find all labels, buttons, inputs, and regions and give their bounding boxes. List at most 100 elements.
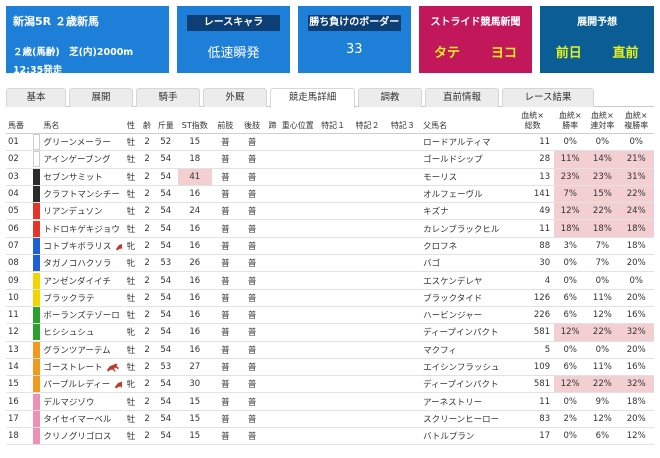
horse-name[interactable]: グランツアーテム [43, 346, 110, 356]
bloodline-runs: 28 [511, 150, 555, 169]
horse-name[interactable]: タガノコハクソラ [43, 259, 111, 269]
table-row[interactable]: 01 グリーンメーラー牡 2 52 15 普普ロードアルティマ 11 0% 0% 0% [6, 133, 654, 152]
col-center-of-gravity[interactable]: 重心位置 [279, 111, 316, 134]
col-note3[interactable]: 特記３ [384, 111, 422, 134]
tab-4[interactable]: 競走馬詳細 [270, 88, 355, 108]
note1 [315, 202, 351, 221]
gate-color [29, 427, 42, 446]
table-row[interactable]: 12 ヒシシュシュ牝 2 54 16 普普ディープインパクト 581 12% 22% 32% [6, 323, 654, 342]
col-st-index[interactable]: ST指数 [177, 111, 212, 134]
st-index: 15 [177, 427, 212, 446]
col-note2[interactable]: 特記２ [350, 111, 385, 134]
table-row[interactable]: 11 ボーランズテゾーロ牡 2 54 16 普普ハービンジャー 226 6% 12% 16% [6, 306, 654, 325]
horse-name-cell[interactable]: クリノグリゴロス [41, 427, 122, 446]
table-row[interactable]: 15 パープルレディー牝 2 54 30 普普ディープインパクト 581 12% 22% 32% [6, 375, 654, 394]
table-row[interactable]: 09 アンゼンダイイチ牡 2 54 16 普普エスケンデレヤ 4 0% 0% 0% [6, 271, 654, 290]
table-row[interactable]: 05 リアンデュソン牡 2 54 24 普普キズナ 49 12% 22% 24% [6, 202, 654, 221]
horse-name[interactable]: リアンデュソン [43, 207, 102, 217]
rear-legs: 普 [238, 271, 266, 290]
col-sex[interactable]: 性 [121, 111, 141, 134]
horse-name[interactable]: ゴーストレート [43, 363, 102, 373]
tab-0[interactable]: 基本 [6, 88, 66, 107]
col-age[interactable]: 齢 [140, 111, 155, 134]
table-row[interactable]: 10 ブラックラテ牡 2 54 16 普普ブラックタイド 126 6% 11% 20% [6, 289, 654, 307]
tab-2[interactable]: 騎手 [136, 88, 200, 107]
horse-name-cell[interactable]: グリーンメーラー [41, 133, 122, 152]
horse-name-cell[interactable]: タイセイマーベル [41, 410, 122, 429]
horse-name[interactable]: グリーンメーラー [43, 138, 110, 148]
col-bloodline-runs[interactable]: 血統× 総数 [511, 111, 555, 134]
forecast-just-before-link[interactable]: 直前 [613, 42, 639, 61]
newspaper-vertical-link[interactable]: タテ [434, 42, 460, 61]
horse-name[interactable]: パープルレディー [43, 380, 110, 390]
col-weight[interactable]: 斤量 [154, 111, 178, 134]
col-note1[interactable]: 特記１ [315, 111, 351, 134]
table-row[interactable]: 18 クリノグリゴロス牡 2 54 15 普普バトルプラン 17 0% 6% 12% [6, 427, 654, 446]
horse-name[interactable]: デルマジゾウ [43, 398, 94, 408]
table-row[interactable]: 08 タガノコハクソラ牝 2 53 26 普普バゴ 30 0% 7% 20% [6, 254, 654, 273]
horse-name-cell[interactable]: ヒシシュシュ [41, 323, 122, 342]
horse-name-cell[interactable]: リアンデュソン [41, 202, 122, 221]
col-bloodline-win[interactable]: 血統× 勝率 [554, 111, 587, 134]
horse-name-cell[interactable]: グランツアーテム [41, 341, 122, 359]
horse-name-cell[interactable]: ボーランズテゾーロ [41, 306, 122, 325]
carried-weight: 54 [154, 375, 178, 394]
horse-name-cell[interactable]: クラフトマンシチー [41, 185, 122, 204]
horse-number: 10 [6, 289, 30, 307]
horse-name[interactable]: トドロキゲキジョウ [43, 225, 120, 235]
horse-name[interactable]: クリノグリゴロス [43, 432, 111, 442]
table-row[interactable]: 13 グランツアーテム牡 2 54 16 普普マクフィ 5 0% 0% 20% [6, 341, 654, 359]
col-bloodline-quinella[interactable]: 血統× 連対率 [586, 111, 619, 134]
forecast-previous-day-link[interactable]: 前日 [556, 42, 582, 61]
st-index: 30 [177, 375, 212, 394]
col-rear-legs[interactable]: 後肢 [238, 111, 266, 134]
table-row[interactable]: 03 セブンサミット牡 2 54 41 普普モーリス 13 23% 23% 31% [6, 168, 654, 186]
table-row[interactable]: 02 アインゲーブング牡 2 54 18 普普ゴールドシップ 28 11% 14% 21% [6, 150, 654, 169]
horse-name-cell[interactable]: ゴーストレート [41, 358, 122, 377]
tab-7[interactable]: レース結果 [502, 88, 594, 107]
tab-6[interactable]: 直前情報 [425, 88, 499, 107]
tab-3[interactable]: 外厩 [203, 88, 267, 107]
horse-name[interactable]: ボーランズテゾーロ [43, 311, 119, 321]
tab-1[interactable]: 展開 [69, 88, 133, 107]
carried-weight: 54 [154, 392, 178, 411]
table-row[interactable]: 16 デルマジゾウ牡 2 54 15 普普アーネストリー 11 0% 9% 18% [6, 392, 654, 411]
col-hoof[interactable]: 蹄 [265, 111, 280, 134]
hoof [265, 133, 280, 152]
newspaper-horizontal-link[interactable]: ヨコ [491, 42, 517, 61]
col-name[interactable]: 馬名 [41, 111, 122, 134]
table-row[interactable]: 14 ゴーストレート牡 2 53 27 普普エイシンフラッシュ 109 6% 11% 16% [6, 358, 654, 377]
horse-name[interactable]: アンゼンダイイチ [43, 277, 111, 287]
horse-name-cell[interactable]: トドロキゲキジョウ [41, 219, 122, 238]
col-sire[interactable]: 父馬名 [421, 111, 512, 134]
bloodline-show-rate: 18% [618, 219, 654, 238]
horse-name[interactable]: セブンサミット [43, 173, 103, 183]
table-row[interactable]: 06 トドロキゲキジョウ牡 2 54 16 普普カレンブラックヒル 11 18% 18% 18% [6, 219, 654, 238]
note2 [350, 168, 385, 186]
col-front-legs[interactable]: 前肢 [211, 111, 239, 134]
bloodline-quinella-rate: 0% [586, 341, 619, 359]
horse-name[interactable]: コトブキボラリス [43, 242, 111, 252]
horse-name-cell[interactable]: コトブキボラリス [41, 237, 122, 256]
sire-name: クロフネ [421, 237, 512, 256]
tab-5[interactable]: 調教 [358, 88, 422, 107]
horse-name-cell[interactable]: タガノコハクソラ [41, 254, 122, 273]
front-legs: 普 [211, 427, 239, 446]
horse-name-cell[interactable]: アンゼンダイイチ [41, 271, 122, 290]
horse-name[interactable]: ヒシシュシュ [43, 328, 94, 338]
horse-name-cell[interactable]: アインゲーブング [41, 150, 122, 169]
horse-name-cell[interactable]: パープルレディー [41, 375, 122, 394]
table-row[interactable]: 17 タイセイマーベル牡 2 54 15 普普スクリーンヒーロー 83 2% 12% 20% [6, 410, 654, 429]
center-of-gravity [279, 410, 316, 429]
horse-name[interactable]: クラフトマンシチー [43, 190, 120, 200]
horse-name-cell[interactable]: セブンサミット [41, 168, 122, 186]
col-num[interactable]: 馬番 [6, 111, 30, 134]
horse-name-cell[interactable]: ブラックラテ [41, 289, 122, 307]
horse-name[interactable]: アインゲーブング [43, 155, 110, 165]
col-bloodline-show[interactable]: 血統× 複勝率 [618, 111, 654, 134]
table-row[interactable]: 04 クラフトマンシチー牡 2 54 16 普普オルフェーヴル 141 7% 15% 22% [6, 185, 654, 204]
table-row[interactable]: 07 コトブキボラリス牝 2 54 16 普普クロフネ 88 3% 7% 18% [6, 237, 654, 256]
horse-name-cell[interactable]: デルマジゾウ [41, 392, 122, 411]
horse-name[interactable]: タイセイマーベル [43, 415, 111, 425]
horse-name[interactable]: ブラックラテ [43, 294, 94, 304]
